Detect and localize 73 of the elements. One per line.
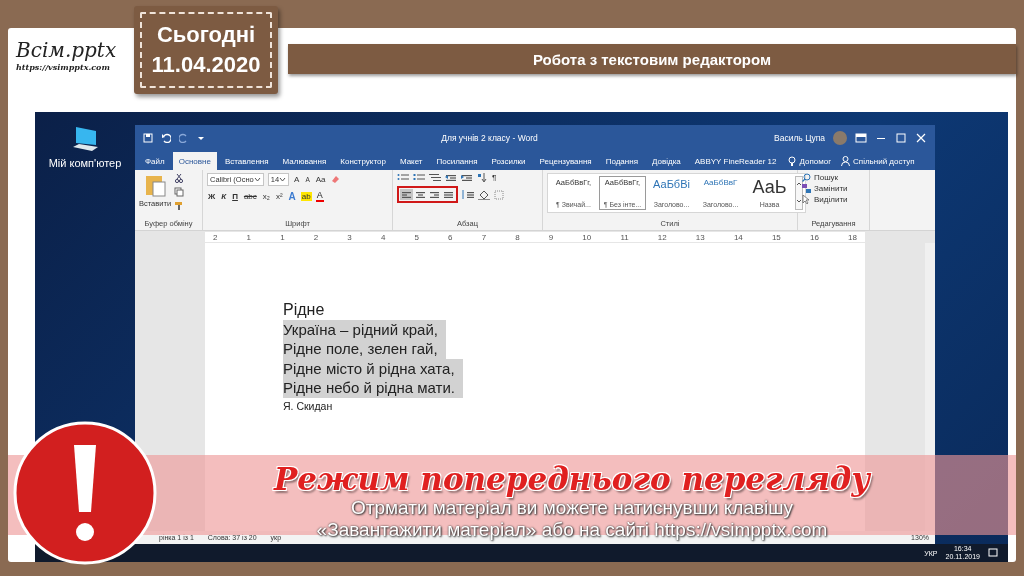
notification-icon[interactable] [988,548,998,558]
ribbon-tab[interactable]: Конструктор [334,152,392,170]
align-button[interactable] [442,189,455,200]
share-button[interactable]: Спільний доступ [853,156,915,166]
ribbon-tab[interactable]: Вставлення [218,152,275,170]
show-marks-button[interactable]: ¶ [491,173,498,182]
ribbon-tab[interactable]: Розсилки [485,152,532,170]
clipboard-icon[interactable] [144,173,167,197]
subscript-button[interactable]: x₂ [261,191,271,201]
caret-icon [253,177,261,182]
ribbon-tab[interactable]: Подання [599,152,644,170]
underline-button[interactable]: П [231,191,239,201]
shading-icon[interactable] [478,189,490,200]
multilevel-list-icon[interactable] [429,173,441,182]
line-spacing-icon[interactable] [462,190,474,199]
align-button[interactable] [400,189,413,200]
select-button[interactable]: Виділити [814,195,848,204]
help-search[interactable]: Допомог [799,156,832,166]
banner-text: Отрмати матеріал ви можете натиснувши клавішу [350,497,794,519]
ribbon-display-icon[interactable] [855,132,867,143]
copy-icon[interactable] [174,187,185,197]
ribbon-tab[interactable]: Макет [393,152,429,170]
ribbon-tab[interactable]: Рецензування [533,152,598,170]
replace-button[interactable]: Замінити [814,184,848,193]
scissors-icon[interactable] [174,173,185,183]
maximize-icon[interactable] [895,132,907,143]
replace-icon[interactable] [802,184,811,193]
ruler: 2 1 1 2 3 4 5 6 7 8 9 10 11 12 13 14 15 16 18 [205,232,865,242]
ribbon-tab[interactable]: ABBYY FineReader 12 [688,152,783,170]
banner-text: «Завантажити матеріал» або на сайті https://vsimpptx.com [316,519,828,541]
bold-button[interactable]: Ж [207,191,217,201]
date-tag: Сьогодні 11.04.2020 [134,6,278,94]
document-title: Рідне [283,300,326,320]
poem-author: Я. Скидан [283,398,334,414]
search-icon[interactable] [802,173,811,182]
gallery-scroll-icon[interactable] [795,176,803,210]
logo-url: https://vsimpptx.com [16,62,111,72]
superscript-button[interactable]: x² [274,191,284,201]
close-icon[interactable] [915,132,927,143]
ribbon-tab[interactable]: Малювання [276,152,333,170]
desktop-icon-label[interactable]: Мій комп'ютер [48,157,122,170]
save-icon[interactable] [143,132,153,143]
grow-font-button[interactable]: A [293,175,301,184]
banner-title: Режим попереднього перегляду [274,461,870,497]
redo-icon[interactable] [179,132,189,143]
increase-indent-icon[interactable] [461,173,473,182]
decrease-indent-icon[interactable] [445,173,457,182]
ribbon-tab[interactable]: Основне [172,152,217,170]
italic-button[interactable]: К [220,191,228,201]
lightbulb-icon[interactable] [788,156,797,166]
cursor-icon[interactable] [802,195,811,204]
user-name[interactable]: Василь Цупа [774,132,825,143]
align-button[interactable] [428,189,441,200]
find-button[interactable]: Пошук [814,173,839,182]
highlight-button[interactable]: ab [300,191,312,201]
brush-icon[interactable] [174,201,185,211]
logo-text: Всім.pptx [16,38,118,62]
person-icon[interactable] [841,156,851,166]
font-color-button[interactable]: A [315,190,324,202]
ribbon-tab[interactable]: Посилання [430,152,484,170]
text-effects-button[interactable]: A [287,190,297,202]
strikethrough-button[interactable]: abc [242,191,258,201]
ribbon-tab[interactable]: Файл [139,152,171,170]
change-case-button[interactable]: Aa [314,175,327,184]
window-title: Для учнів 2 класу - Word [440,132,539,143]
ribbon-tab[interactable]: Довідка [646,152,687,170]
numbered-list-icon[interactable] [413,173,425,182]
sort-icon[interactable] [477,173,487,182]
slide-title: Робота з текстовим редактором [288,44,1016,74]
align-button[interactable] [414,189,427,200]
bullet-list-icon[interactable] [397,173,409,182]
caret-icon [279,177,287,182]
undo-icon[interactable] [161,132,171,143]
